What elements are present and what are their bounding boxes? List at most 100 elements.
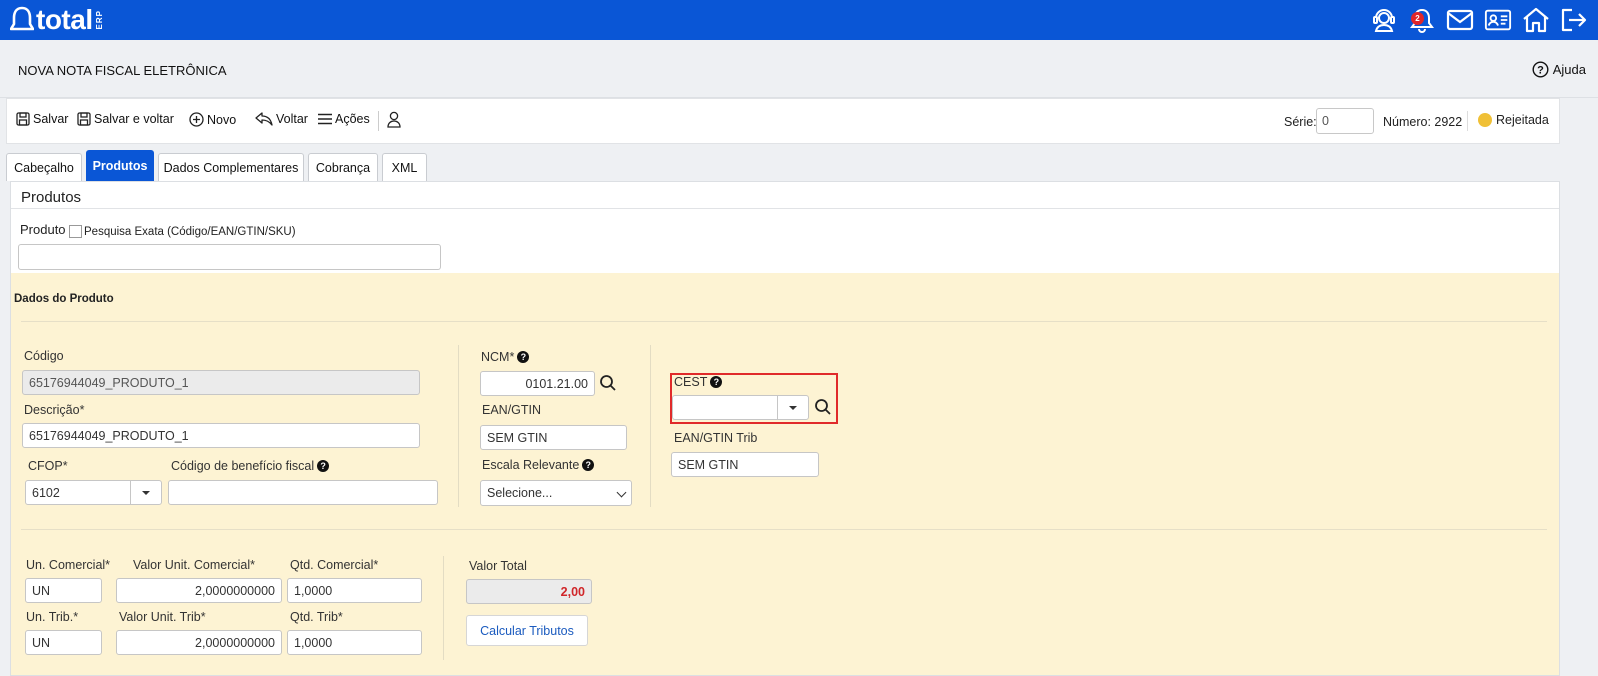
divider: [11, 208, 1559, 209]
logo-text: total: [36, 4, 93, 35]
tab-cabecalho[interactable]: Cabeçalho: [6, 153, 82, 181]
bell-logo-icon: [10, 6, 34, 31]
exact-search-checkbox[interactable]: [69, 225, 82, 238]
floppy-disk-icon: [77, 112, 91, 126]
escala-label: Escala Relevante?: [482, 458, 595, 472]
panel-title: Produtos: [21, 189, 82, 206]
qtd-trib-label: Qtd. Trib*: [290, 610, 343, 624]
un-trib-label: Un. Trib.*: [26, 610, 79, 624]
ncm-field[interactable]: 0101.21.00: [480, 371, 595, 396]
svg-text:?: ?: [1537, 65, 1544, 77]
logo-erp-text: ERP: [94, 10, 104, 30]
valor-unit-trib-label: Valor Unit. Trib*: [119, 610, 206, 624]
tab-xml[interactable]: XML: [382, 153, 427, 181]
divider: [458, 345, 459, 507]
valor-unit-comercial-field[interactable]: 2,0000000000: [116, 578, 282, 603]
serie-input[interactable]: 0: [1316, 108, 1374, 134]
chevron-down-icon: [616, 487, 627, 498]
tab-cobranca[interactable]: Cobrança: [308, 153, 378, 181]
new-button[interactable]: Novo: [189, 112, 236, 127]
un-comercial-label: Un. Comercial*: [26, 558, 111, 572]
help-link[interactable]: ? Ajuda: [1532, 61, 1586, 78]
ncm-label: NCM*?: [481, 350, 530, 364]
title-bar: NOVA NOTA FISCAL ELETRÔNICA ? Ajuda: [0, 40, 1598, 98]
status-divider: [1467, 111, 1468, 131]
help-label: Ajuda: [1552, 62, 1586, 77]
qtd-trib-field[interactable]: 1,0000: [287, 630, 422, 655]
actions-menu-button[interactable]: Ações: [318, 112, 370, 126]
caret-down-icon: [142, 490, 150, 495]
cfop-label: CFOP*: [28, 459, 68, 473]
help-icon: ?: [1532, 61, 1549, 78]
save-and-back-button[interactable]: Salvar e voltar: [77, 112, 174, 126]
save-button[interactable]: Salvar: [16, 112, 68, 126]
cest-select[interactable]: [672, 395, 809, 420]
caret-down-icon: [789, 405, 797, 410]
exact-search-label: Pesquisa Exata (Código/EAN/GTIN/SKU): [84, 226, 296, 238]
descricao-field[interactable]: 65176944049_PRODUTO_1: [22, 423, 420, 448]
descricao-label: Descrição*: [24, 403, 85, 417]
produto-search-input[interactable]: [18, 244, 441, 270]
beneficio-label: Código de benefício fiscal?: [171, 459, 330, 473]
divider: [650, 345, 651, 507]
app-logo[interactable]: total ERP: [10, 4, 104, 36]
divider: [21, 321, 1547, 322]
escala-select[interactable]: Selecione...: [480, 480, 632, 506]
search-icon[interactable]: [814, 398, 832, 416]
top-icons: 2: [1370, 4, 1588, 36]
back-button[interactable]: Voltar: [255, 112, 308, 126]
reply-arrow-icon: [255, 112, 273, 126]
notifications-bell-icon[interactable]: 2: [1408, 6, 1436, 34]
tab-dados-complementares[interactable]: Dados Complementares: [158, 153, 304, 181]
question-circle-icon[interactable]: ?: [710, 376, 723, 388]
codigo-field[interactable]: 65176944049_PRODUTO_1: [22, 370, 420, 395]
un-trib-field[interactable]: UN: [25, 630, 102, 655]
notification-badge: 2: [1411, 12, 1424, 25]
top-navbar: total ERP 2: [0, 0, 1598, 40]
home-icon[interactable]: [1522, 6, 1550, 34]
search-icon[interactable]: [599, 374, 617, 392]
question-circle-icon[interactable]: ?: [317, 460, 330, 472]
logout-icon[interactable]: [1560, 6, 1588, 34]
un-comercial-field[interactable]: UN: [25, 578, 102, 603]
status-dot-icon: [1478, 113, 1492, 127]
qtd-comercial-field[interactable]: 1,0000: [287, 578, 422, 603]
ean-field[interactable]: SEM GTIN: [480, 425, 627, 450]
cfop-select[interactable]: 6102: [25, 480, 162, 505]
divider: [443, 556, 444, 660]
valor-unit-trib-field[interactable]: 2,0000000000: [116, 630, 282, 655]
user-icon: [387, 111, 401, 128]
produto-label: Produto: [20, 222, 66, 237]
tab-produtos[interactable]: Produtos: [86, 150, 154, 181]
ean-label: EAN/GTIN: [482, 403, 542, 417]
qtd-comercial-label: Qtd. Comercial*: [290, 558, 379, 572]
ean-trib-label: EAN/GTIN Trib: [674, 431, 758, 445]
toolbar-divider: [378, 111, 379, 131]
ean-trib-field[interactable]: SEM GTIN: [671, 452, 819, 477]
mail-icon[interactable]: [1446, 6, 1474, 34]
valor-total-field: 2,00: [466, 579, 592, 604]
dados-title: Dados do Produto: [14, 293, 114, 305]
question-circle-icon[interactable]: ?: [582, 459, 595, 471]
plus-circle-icon: [189, 112, 204, 127]
valor-total-label: Valor Total: [469, 559, 527, 573]
support-icon[interactable]: [1370, 6, 1398, 34]
user-button[interactable]: [387, 111, 401, 128]
profile-card-icon[interactable]: [1484, 6, 1512, 34]
toolbar: Salvar Salvar e voltar Novo Voltar Ações…: [6, 98, 1560, 144]
calcular-tributos-button[interactable]: Calcular Tributos: [466, 615, 588, 646]
cfop-dropdown-toggle[interactable]: [130, 481, 161, 504]
status-label: Rejeitada: [1496, 113, 1549, 127]
page-title: NOVA NOTA FISCAL ELETRÔNICA: [18, 63, 227, 78]
produtos-panel: Produtos Produto Pesquisa Exata (Código/…: [10, 181, 1560, 676]
cest-dropdown-toggle[interactable]: [777, 396, 808, 419]
floppy-disk-icon: [16, 112, 30, 126]
divider: [21, 529, 1547, 530]
dados-produto-section: Dados do Produto Código 65176944049_PROD…: [11, 273, 1559, 675]
codigo-label: Código: [24, 349, 64, 363]
valor-unit-comercial-label: Valor Unit. Comercial*: [133, 558, 256, 572]
cest-label: CEST?: [674, 375, 723, 389]
beneficio-field[interactable]: [168, 480, 438, 505]
serie-label: Série:: [1284, 115, 1317, 129]
question-circle-icon[interactable]: ?: [517, 351, 530, 363]
